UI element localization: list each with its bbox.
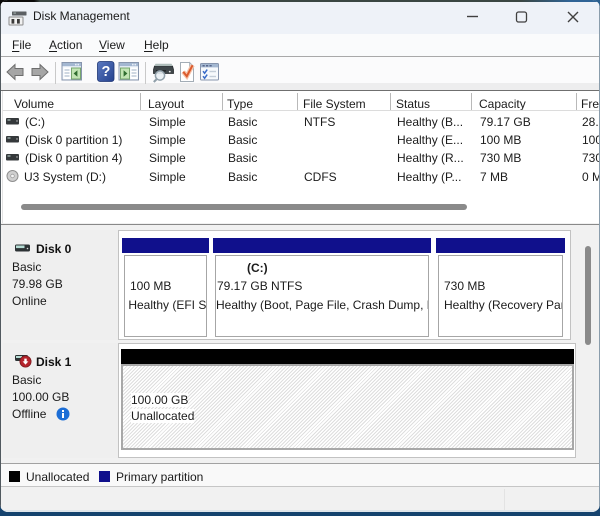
svg-text:?: ? — [101, 64, 110, 80]
